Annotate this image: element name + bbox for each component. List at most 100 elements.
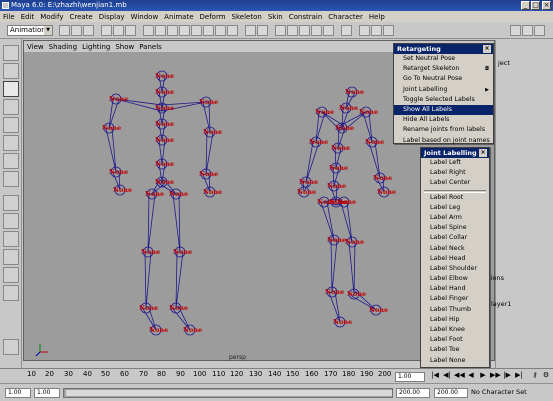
- close-icon[interactable]: ×: [479, 149, 487, 157]
- menu-item-retarget-skeleton[interactable]: Retarget Skeleton ◘: [394, 64, 493, 74]
- menu-item-label-root[interactable]: Label Root: [421, 193, 489, 203]
- menu-file[interactable]: File: [3, 13, 15, 21]
- menu-item-label-right[interactable]: Label Right: [421, 168, 489, 178]
- menu-animate[interactable]: Animate: [164, 13, 193, 21]
- menu-item-label-from-names[interactable]: Label based on joint names: [394, 136, 493, 146]
- step-forward-key-icon[interactable]: ▶▶: [490, 369, 501, 381]
- start-time-field[interactable]: 1.00: [5, 388, 31, 398]
- new-scene-icon[interactable]: [59, 25, 70, 36]
- panel-menu-show[interactable]: Show: [115, 43, 134, 51]
- panel-menu-view[interactable]: View: [27, 43, 44, 51]
- scale-tool-icon[interactable]: [3, 135, 19, 151]
- snap-curve-icon[interactable]: [287, 25, 298, 36]
- select-tool-icon[interactable]: [3, 45, 19, 61]
- show-tool-settings-icon[interactable]: [534, 25, 545, 36]
- menu-item-label-none[interactable]: Label None: [421, 356, 489, 366]
- select-joints-icon[interactable]: [155, 25, 166, 36]
- menu-item-set-neutral-pose[interactable]: Set Neutral Pose: [394, 54, 493, 64]
- lock-selection-icon[interactable]: [245, 25, 256, 36]
- menu-item-rename-joints[interactable]: Rename joints from labels: [394, 125, 493, 135]
- snap-point-icon[interactable]: [299, 25, 310, 36]
- menu-item-label-arm[interactable]: Label Arm: [421, 213, 489, 223]
- axis-z-icon[interactable]: [35, 351, 41, 357]
- menu-skeleton[interactable]: Skeleton: [232, 13, 262, 21]
- close-button[interactable]: ×: [542, 1, 551, 10]
- menu-item-label-toe[interactable]: Label Toe: [421, 345, 489, 355]
- menu-skin[interactable]: Skin: [268, 13, 283, 21]
- persp-graph-layout-icon[interactable]: [3, 249, 19, 265]
- key-icon[interactable]: ⚷: [530, 369, 540, 381]
- current-frame-field[interactable]: 1.00: [395, 372, 425, 382]
- skeleton-b-bone[interactable]: [305, 140, 320, 183]
- close-icon[interactable]: ×: [483, 45, 491, 53]
- menu-item-go-to-neutral-pose[interactable]: Go To Neutral Pose: [394, 74, 493, 84]
- menu-item-label-leg[interactable]: Label Leg: [421, 203, 489, 213]
- skeleton-a-bone[interactable]: [172, 193, 181, 253]
- playback-range-bar[interactable]: [63, 388, 393, 398]
- select-curves-icon[interactable]: [167, 25, 178, 36]
- minimize-button[interactable]: _: [521, 1, 530, 10]
- skeleton-a-bone[interactable]: [175, 251, 184, 309]
- move-tool-icon[interactable]: [3, 99, 19, 115]
- render-globals-icon[interactable]: [383, 25, 394, 36]
- panel-menu-lighting[interactable]: Lighting: [82, 43, 110, 51]
- menu-item-show-all-labels[interactable]: Show All Labels: [394, 104, 493, 116]
- menu-deform[interactable]: Deform: [200, 13, 226, 21]
- character-set-menu[interactable]: No Character Set: [471, 388, 527, 396]
- skeleton-b-bone[interactable]: [330, 239, 338, 293]
- menu-item-joint-labelling[interactable]: Joint Labelling ▶: [394, 85, 493, 95]
- menu-item-hide-all-labels[interactable]: Hide All Labels: [394, 115, 493, 125]
- open-scene-icon[interactable]: [71, 25, 82, 36]
- menu-item-label-left[interactable]: Label Left: [421, 158, 489, 168]
- skeleton-a-bone[interactable]: [147, 193, 156, 253]
- select-object-icon[interactable]: [113, 25, 124, 36]
- select-dynamics-icon[interactable]: [203, 25, 214, 36]
- playback-start-field[interactable]: 1.00: [34, 388, 60, 398]
- menu-window[interactable]: Window: [131, 13, 159, 21]
- display-layer-item[interactable]: layer1: [491, 300, 511, 308]
- menu-item-label-thumb[interactable]: Label Thumb: [421, 305, 489, 315]
- ipr-render-icon[interactable]: [371, 25, 382, 36]
- menu-item-toggle-selected-labels[interactable]: Toggle Selected Labels: [394, 95, 493, 105]
- menu-item-label-head[interactable]: Label Head: [421, 254, 489, 264]
- lasso-tool-icon[interactable]: [3, 63, 19, 79]
- snap-view-plane-icon[interactable]: [311, 25, 322, 36]
- menu-create[interactable]: Create: [69, 13, 92, 21]
- maximize-button[interactable]: □: [531, 1, 540, 10]
- menu-item-label-elbow[interactable]: Label Elbow: [421, 274, 489, 284]
- menu-edit[interactable]: Edit: [21, 13, 35, 21]
- select-deformers-icon[interactable]: [191, 25, 202, 36]
- select-handles-icon[interactable]: [143, 25, 154, 36]
- select-component-icon[interactable]: [125, 25, 136, 36]
- go-to-end-icon[interactable]: ▶|: [514, 369, 524, 381]
- step-back-icon[interactable]: ◀|: [442, 369, 452, 381]
- manipulator-tool-icon[interactable]: [3, 153, 19, 169]
- menu-item-label-shoulder[interactable]: Label Shoulder: [421, 264, 489, 274]
- skeleton-a-bone[interactable]: [144, 251, 152, 309]
- select-hierarchy-icon[interactable]: [101, 25, 112, 36]
- menu-item-label-finger[interactable]: Label Finger: [421, 294, 489, 304]
- show-channel-box-icon[interactable]: [510, 25, 521, 36]
- step-back-key-icon[interactable]: ◀◀: [454, 369, 465, 381]
- panel-menu-panels[interactable]: Panels: [139, 43, 162, 51]
- menu-display[interactable]: Display: [99, 13, 125, 21]
- construction-history-icon[interactable]: [341, 25, 352, 36]
- select-surfaces-icon[interactable]: [179, 25, 190, 36]
- step-forward-icon[interactable]: |▶: [502, 369, 512, 381]
- render-frame-icon[interactable]: [359, 25, 370, 36]
- menu-character[interactable]: Character: [328, 13, 363, 21]
- menu-help[interactable]: Help: [369, 13, 385, 21]
- playback-end-field[interactable]: 200.00: [396, 388, 430, 398]
- menu-set-dropdown[interactable]: Animation ▼: [7, 25, 53, 36]
- menu-item-label-knee[interactable]: Label Knee: [421, 325, 489, 335]
- skeleton-a-bone[interactable]: [205, 131, 214, 175]
- make-live-icon[interactable]: [323, 25, 334, 36]
- menu-constrain[interactable]: Constrain: [289, 13, 323, 21]
- animation-prefs-icon[interactable]: ⚙: [541, 369, 551, 381]
- hypershade-layout-icon[interactable]: [3, 267, 19, 283]
- snap-grid-icon[interactable]: [275, 25, 286, 36]
- menu-modify[interactable]: Modify: [40, 13, 63, 21]
- skeleton-a-bone[interactable]: [105, 127, 117, 173]
- menu-item-label-neck[interactable]: Label Neck: [421, 244, 489, 254]
- panel-menu-shading[interactable]: Shading: [49, 43, 77, 51]
